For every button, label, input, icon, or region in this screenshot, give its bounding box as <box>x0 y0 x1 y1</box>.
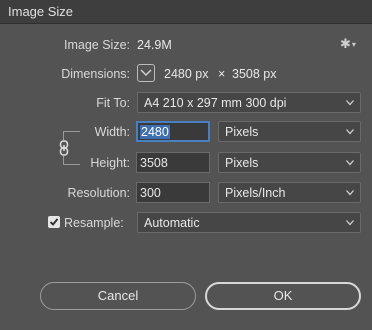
resample-method-select[interactable]: Automatic <box>137 212 361 233</box>
chevron-down-icon <box>346 190 354 196</box>
height-label: Height: <box>90 156 130 170</box>
resolution-value: 300 <box>140 186 161 200</box>
fit-to-label: Fit To: <box>96 96 130 110</box>
resample-method-value: Automatic <box>144 216 200 230</box>
resolution-input[interactable]: 300 <box>136 182 210 203</box>
height-unit-value: Pixels <box>225 156 259 170</box>
width-unit-select[interactable]: Pixels <box>218 121 361 142</box>
image-size-value: 24.9M <box>137 38 172 52</box>
width-input[interactable]: 2480 <box>136 121 210 142</box>
resample-label[interactable]: Resample: <box>64 216 124 230</box>
resolution-unit-select[interactable]: Pixels/Inch <box>218 182 361 203</box>
image-size-label: Image Size: <box>63 38 130 52</box>
window-title: Image Size <box>8 4 74 19</box>
dimensions-label: Dimensions: <box>61 67 130 81</box>
chevron-down-icon <box>346 220 354 226</box>
resample-checkbox[interactable] <box>48 216 60 228</box>
fit-to-value: A4 210 x 297 mm 300 dpi <box>144 96 287 110</box>
caret-down-icon: ▾ <box>351 40 356 49</box>
gear-icon: ✱ <box>340 36 351 51</box>
fit-to-select[interactable]: A4 210 x 297 mm 300 dpi <box>137 92 361 113</box>
settings-gear-button[interactable]: ✱▾ <box>340 36 360 52</box>
height-unit-select[interactable]: Pixels <box>218 152 361 173</box>
dimensions-width: 2480 px <box>164 67 209 81</box>
dimensions-times: × <box>218 67 226 81</box>
ok-button[interactable]: OK <box>205 282 361 310</box>
resolution-label: Resolution: <box>67 186 130 200</box>
chevron-down-icon <box>346 160 354 166</box>
chevron-down-icon <box>346 129 354 135</box>
chain-link-icon[interactable] <box>58 140 70 156</box>
dimensions-units-toggle[interactable] <box>137 64 155 82</box>
height-value: 3508 <box>140 156 168 170</box>
checkmark-icon <box>49 218 59 226</box>
resolution-unit-value: Pixels/Inch <box>225 186 286 200</box>
cancel-button[interactable]: Cancel <box>40 282 196 310</box>
width-unit-value: Pixels <box>225 125 259 139</box>
width-label: Width: <box>94 125 130 139</box>
dimensions-height: 3508 px <box>232 67 277 81</box>
title-bar: Image Size <box>0 0 372 24</box>
chevron-down-icon <box>140 69 152 77</box>
chevron-down-icon <box>346 100 354 106</box>
width-value: 2480 <box>140 125 170 139</box>
height-input[interactable]: 3508 <box>136 152 210 173</box>
